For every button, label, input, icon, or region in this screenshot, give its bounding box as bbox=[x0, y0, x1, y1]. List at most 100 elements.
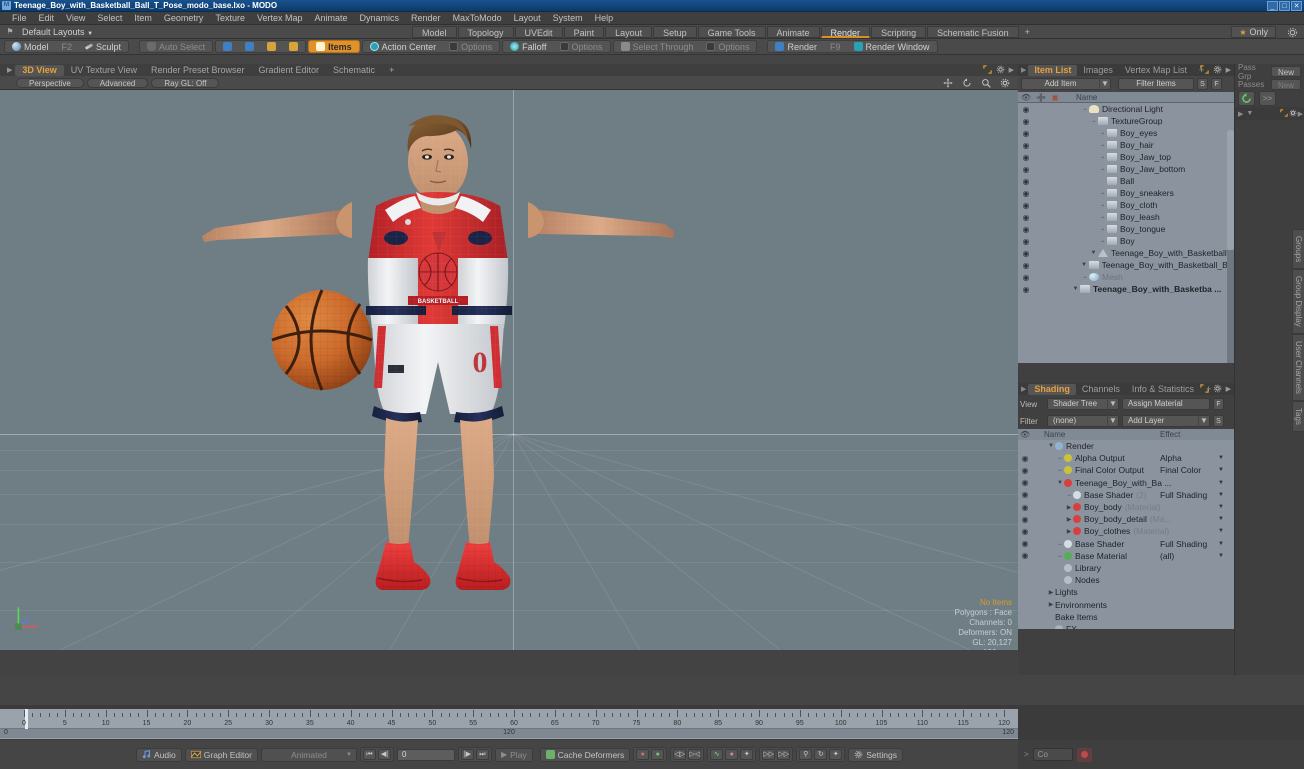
shader-tree-dropdown[interactable]: Shader Tree ▼ bbox=[1047, 398, 1119, 410]
falloff-options-button[interactable]: Options bbox=[555, 41, 608, 52]
key-add-button[interactable]: ● bbox=[651, 749, 665, 760]
viewport-tabs-arrow-icon[interactable]: ▶ bbox=[4, 66, 15, 74]
range-in-button[interactable]: ◁▷ bbox=[673, 749, 687, 760]
menu-texture[interactable]: Texture bbox=[209, 12, 251, 25]
shader-tree-row[interactable]: Bake Items bbox=[1018, 611, 1234, 623]
item-list-row[interactable]: ◉ → Boy_leash bbox=[1018, 211, 1234, 223]
menu-view[interactable]: View bbox=[60, 12, 91, 25]
pan-icon[interactable] bbox=[943, 78, 953, 88]
twirl-icon[interactable]: → bbox=[1056, 455, 1064, 461]
go-to-end-button[interactable]: ⏭ bbox=[475, 749, 489, 760]
range-out-button[interactable]: ▷◁ bbox=[688, 749, 702, 760]
item-list-row[interactable]: ◉ → Boy_eyes bbox=[1018, 127, 1234, 139]
eye-icon[interactable]: ◉ bbox=[1018, 225, 1034, 234]
vtab-user-channels[interactable]: User Channels bbox=[1292, 333, 1304, 401]
action-center-button[interactable]: Action Center bbox=[365, 41, 442, 52]
expand-icon[interactable] bbox=[1280, 108, 1288, 119]
twirl-icon[interactable]: → bbox=[1098, 202, 1107, 208]
add-item-dropdown[interactable]: Add Item ▼ bbox=[1021, 78, 1111, 90]
menu-select[interactable]: Select bbox=[91, 12, 128, 25]
item-list-row[interactable]: ◉ → TextureGroup bbox=[1018, 115, 1234, 127]
shader-tree-row[interactable]: Nodes bbox=[1018, 574, 1234, 586]
viewport-tab-schematic[interactable]: Schematic bbox=[326, 65, 382, 76]
render-window-button[interactable]: Render Window bbox=[849, 41, 935, 52]
twirl-icon[interactable]: ▶ bbox=[1047, 601, 1055, 608]
eye-icon[interactable]: ◉ bbox=[1018, 515, 1032, 524]
shader-tree-row[interactable]: ◉ → Base Shader (2) Full Shading ▼ bbox=[1018, 489, 1234, 501]
layout-tab-uvedit[interactable]: UVEdit bbox=[514, 26, 563, 38]
tab-shading[interactable]: Shading bbox=[1028, 383, 1076, 395]
eye-icon[interactable]: ◉ bbox=[1018, 503, 1032, 512]
menu-maxtomodo[interactable]: MaxToModo bbox=[447, 12, 508, 25]
shader-tree-row[interactable]: ◉ → Alpha Output Alpha ▼ bbox=[1018, 452, 1234, 464]
item-list-tree[interactable]: ◉ → Directional Light ◉ → TextureGroup ◉ → Boy_e… bbox=[1018, 103, 1234, 363]
twirl-icon[interactable]: → bbox=[1056, 553, 1064, 559]
panel-chevron-down-icon[interactable]: ▼ bbox=[1246, 110, 1253, 117]
audio-button[interactable]: Audio bbox=[136, 747, 182, 762]
menu-render[interactable]: Render bbox=[405, 12, 447, 25]
layout-tab-scripting[interactable]: Scripting bbox=[871, 26, 927, 38]
settings-button[interactable]: Settings bbox=[848, 747, 903, 762]
item-list-row[interactable]: ◉ → Mesh bbox=[1018, 271, 1234, 283]
menu-layout[interactable]: Layout bbox=[508, 12, 547, 25]
step-forward-button[interactable]: |▶ bbox=[460, 749, 474, 760]
twirl-icon[interactable]: ▶ bbox=[1047, 589, 1055, 596]
minimize-button[interactable]: _ bbox=[1267, 0, 1278, 11]
character-model-teenage-boy[interactable]: BASKETBALL 0 bbox=[180, 110, 700, 620]
vtab-tags[interactable]: Tags bbox=[1292, 400, 1304, 432]
menu-edit[interactable]: Edit bbox=[33, 12, 61, 25]
shader-tree-row[interactable]: ◉ → Final Color Output Final Color ▼ bbox=[1018, 464, 1234, 476]
twirl-icon[interactable]: → bbox=[1098, 154, 1107, 160]
twirl-icon[interactable]: → bbox=[1098, 166, 1107, 172]
shader-tree-row[interactable]: ◉ → Base Material (all) ▼ bbox=[1018, 550, 1234, 562]
step-back-button[interactable]: ◀| bbox=[377, 749, 391, 760]
viewport-tab-uv-texture-view[interactable]: UV Texture View bbox=[64, 65, 144, 76]
layout-tab-paint[interactable]: Paint bbox=[563, 26, 605, 38]
shader-tree-row[interactable]: Library bbox=[1018, 562, 1234, 574]
layout-tab-layout[interactable]: Layout bbox=[605, 26, 653, 38]
shader-tree-row[interactable]: ◉ ▶ Boy_body (Material) ▼ bbox=[1018, 501, 1234, 513]
twirl-icon[interactable]: ▼ bbox=[1071, 286, 1080, 292]
item-list-row[interactable]: ◉ ▼ Teenage_Boy_with_Basketba ... bbox=[1018, 283, 1234, 295]
eye-icon[interactable]: ◉ bbox=[1018, 539, 1032, 548]
eye-icon[interactable]: ◉ bbox=[1018, 189, 1034, 198]
layout-tab-setup[interactable]: Setup bbox=[653, 26, 697, 38]
shader-tree-row[interactable]: ◉ ▶ Boy_body_detail (Ma... ▼ bbox=[1018, 513, 1234, 525]
chevron-down-icon[interactable]: ▼ bbox=[1218, 467, 1224, 473]
shading-filter-dropdown[interactable]: (none) ▼ bbox=[1047, 415, 1119, 427]
key-scale-button[interactable]: ✦ bbox=[829, 749, 843, 760]
eye-icon[interactable]: ◉ bbox=[1018, 213, 1034, 222]
refresh-icon[interactable] bbox=[1238, 91, 1255, 106]
tab-vertex-map-list[interactable]: Vertex Map List bbox=[1119, 65, 1193, 76]
twirl-icon[interactable]: → bbox=[1098, 142, 1107, 148]
twirl-icon[interactable]: → bbox=[1080, 274, 1089, 280]
panel-arrow-icon[interactable]: ▶ bbox=[1238, 110, 1243, 118]
menu-help[interactable]: Help bbox=[589, 12, 620, 25]
layout-tab-game-tools[interactable]: Game Tools bbox=[697, 26, 766, 38]
eye-icon[interactable]: ◉ bbox=[1018, 165, 1034, 174]
shading-more-arrow-icon[interactable]: ▶ bbox=[1226, 385, 1231, 393]
sculpt-mode-button[interactable]: Sculpt bbox=[80, 41, 126, 52]
item-list-more-arrow-icon[interactable]: ▶ bbox=[1226, 66, 1231, 74]
twirl-icon[interactable]: → bbox=[1089, 118, 1098, 124]
select-through-options-button[interactable]: Options bbox=[701, 41, 754, 52]
next-key-button[interactable]: ▷▷ bbox=[777, 749, 791, 760]
shader-tree-list[interactable]: ▼ Render ◉ → Alpha Output Alpha ▼ ◉ → Final Color… bbox=[1018, 440, 1234, 629]
layout-tab-animate[interactable]: Animate bbox=[766, 26, 820, 38]
menu-animate[interactable]: Animate bbox=[308, 12, 353, 25]
shader-tree-row[interactable]: ▶ Lights bbox=[1018, 586, 1234, 598]
viewport-more-arrow-icon[interactable]: ▶ bbox=[1009, 66, 1014, 74]
item-list-row[interactable]: ◉ → Boy bbox=[1018, 235, 1234, 247]
twirl-icon[interactable]: ▶ bbox=[1065, 516, 1073, 523]
passes-new-button[interactable]: New bbox=[1270, 79, 1301, 90]
eye-icon[interactable]: ◉ bbox=[1018, 527, 1032, 536]
item-list-f-button[interactable]: F bbox=[1211, 78, 1222, 90]
twirl-icon[interactable]: ▼ bbox=[1089, 250, 1098, 256]
eye-icon[interactable]: ◉ bbox=[1018, 117, 1034, 126]
expand-icon[interactable] bbox=[1199, 384, 1209, 393]
eye-icon[interactable]: ◉ bbox=[1018, 153, 1034, 162]
secondary-panel-gear-icon[interactable] bbox=[1289, 109, 1297, 119]
current-frame-field[interactable]: 0 bbox=[396, 748, 455, 761]
rotate-icon[interactable] bbox=[962, 78, 972, 88]
select-through-button[interactable]: Select Through bbox=[616, 41, 699, 52]
